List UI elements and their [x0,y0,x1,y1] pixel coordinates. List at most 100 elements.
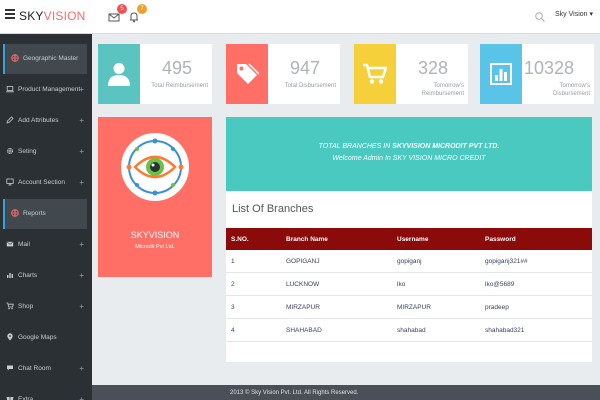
envelope-icon [6,240,14,248]
column-header: Branch Name [286,236,328,243]
sidebar-item-extra[interactable]: Extra + [0,385,92,400]
brand-logo[interactable]: SKYVISION [19,9,86,23]
sidebar-item-shop[interactable]: Shop + [0,292,92,322]
copyright-text: 2013 © Sky Vision Pvt. Ltd. All Rights R… [230,390,359,396]
stat-card-tomorrow-s-disbursement[interactable]: 10328 Tomorrow's Disbursement [480,44,594,104]
table-cell: GOPIGANJ [286,258,320,265]
expand-plus-icon[interactable]: + [79,364,84,373]
table-cell: LUCKNOW [286,281,320,288]
table-cell: 4 [231,327,235,334]
table-header-row: S.NO. Branch Name Username Password [226,228,592,250]
branch-list-title: List Of Branches [232,203,314,215]
user-icon [98,44,140,104]
stat-card-total-disbursement[interactable]: 947 Total Disbursement [226,44,340,104]
skyvision-eye-logo [121,133,189,201]
branch-list-panel: List Of Branches S.NO. Branch Name Usernam… [226,191,592,362]
sidebar: Geographic Master Product Management + Add … [0,34,92,400]
sidebar-item-label: Account Section [18,179,65,186]
table-cell: gopiganj [397,258,422,265]
expand-plus-icon[interactable]: + [79,395,84,400]
bell-icon[interactable]: 7 [128,4,147,23]
user-menu-dropdown[interactable]: Sky Vision ▾ [555,10,593,18]
tag-icon [226,44,268,104]
monitor-icon [6,178,14,186]
table-cell: 2 [231,281,235,288]
company-subtitle: Microdit Pvt Ltd. [135,244,175,250]
sidebar-item-label: Charts [18,272,38,279]
stat-card-tomorrow-s-reimbursement[interactable]: 328 Tomorrow's Reimbursement [354,44,468,104]
table-cell: 3 [231,304,235,311]
stat-label: Tomorrow's Disbursement [552,83,590,97]
table-row[interactable]: 3 MIRZAPUR MIRZAPUR pradeep [226,296,592,319]
footer: 2013 © Sky Vision Pvt. Ltd. All Rights R… [92,385,600,400]
stat-label: Tomorrow's Reimbursement [421,83,464,97]
expand-plus-icon[interactable]: + [79,147,84,156]
table-cell: gopiganj321## [485,258,528,265]
sidebar-item-label: Add Attributes [18,117,59,124]
welcome-banner: TOTAL BRANCHES IN SKYVISION MICRODIT PVT… [226,117,592,191]
sidebar-item-product-management[interactable]: Product Management + [0,75,92,105]
menu-icon[interactable] [5,9,15,19]
sidebar-item-mail[interactable]: Mail + [0,230,92,260]
branch-table: S.NO. Branch Name Username Password 1 GOPIGAN… [226,228,592,342]
search-icon[interactable] [534,10,546,22]
company-profile-card: SKYVISION Microdit Pvt Ltd. [98,117,212,277]
sidebar-item-label: Geographic Master [23,55,79,62]
sidebar-item-geographic-master[interactable]: Geographic Master [3,44,87,74]
globe-icon [11,54,19,62]
cart-icon [354,44,396,104]
stat-value: 10328 [523,58,574,78]
sidebar-item-reports[interactable]: Reports [3,199,87,229]
stat-card-total-reimbursement[interactable]: 495 Total Reimbursement [98,44,212,104]
table-cell: MIRZAPUR [286,304,320,311]
expand-plus-icon[interactable]: + [79,240,84,249]
bar-chart-icon [480,44,522,104]
expand-plus-icon[interactable]: + [79,85,84,94]
sidebar-item-account-section[interactable]: Account Section + [0,168,92,198]
expand-plus-icon[interactable]: + [79,116,84,125]
table-cell: 1 [231,258,235,265]
expand-plus-icon[interactable]: + [79,178,84,187]
top-bar: SKYVISION 5 7 Sky Vision ▾ [0,0,600,34]
sidebar-item-label: Shop [18,303,34,310]
expand-plus-icon[interactable]: + [79,271,84,280]
sidebar-item-google-maps[interactable]: Google Maps [0,323,92,353]
column-header: Username [397,236,429,243]
stat-value: 947 [289,58,320,78]
gear-icon [6,147,14,155]
stat-value: 495 [161,58,192,78]
column-header: S.NO. [231,236,249,243]
chat-icon [6,364,14,372]
total-branches-heading: TOTAL BRANCHES IN SKYVISION MICRODIT PVT… [318,143,500,150]
sidebar-item-label: Reports [23,210,46,217]
laptop-icon [6,85,14,93]
company-name: SKYVISION [130,230,180,240]
table-row[interactable]: 4 SHAHABAD shahabad shahabad321 [226,319,592,342]
sidebar-item-label: Chat Room [18,365,51,372]
cart-icon [6,302,14,310]
expand-plus-icon[interactable]: + [79,302,84,311]
mail-count-badge: 5 [117,4,127,14]
table-cell: lko@5689 [485,281,515,288]
map-pin-icon [6,333,14,341]
table-cell: SHAHABAD [286,327,322,334]
globe-icon [11,209,19,217]
mail-icon[interactable]: 5 [108,4,127,22]
table-cell: shahabad [397,327,426,334]
bar-chart-icon [6,271,14,279]
table-cell: MIRZAPUR [397,304,431,311]
table-row[interactable]: 1 GOPIGANJ gopiganj gopiganj321## [226,250,592,273]
sidebar-item-seting[interactable]: Seting + [0,137,92,167]
table-row[interactable]: 2 LUCKNOW lko lko@5689 [226,273,592,296]
sidebar-item-charts[interactable]: Charts + [0,261,92,291]
table-cell: pradeep [485,304,509,311]
sidebar-item-add-attributes[interactable]: Add Attributes + [0,106,92,136]
stat-label: Total Reimbursement [151,83,208,89]
sidebar-item-label: Product Management [18,86,81,93]
gift-icon [6,395,14,400]
stat-label: Total Disbursement [284,83,336,89]
sidebar-item-chat-room[interactable]: Chat Room + [0,354,92,384]
table-cell: lko [397,281,406,288]
pencil-icon [6,116,14,124]
sidebar-item-label: Mail [18,241,30,248]
